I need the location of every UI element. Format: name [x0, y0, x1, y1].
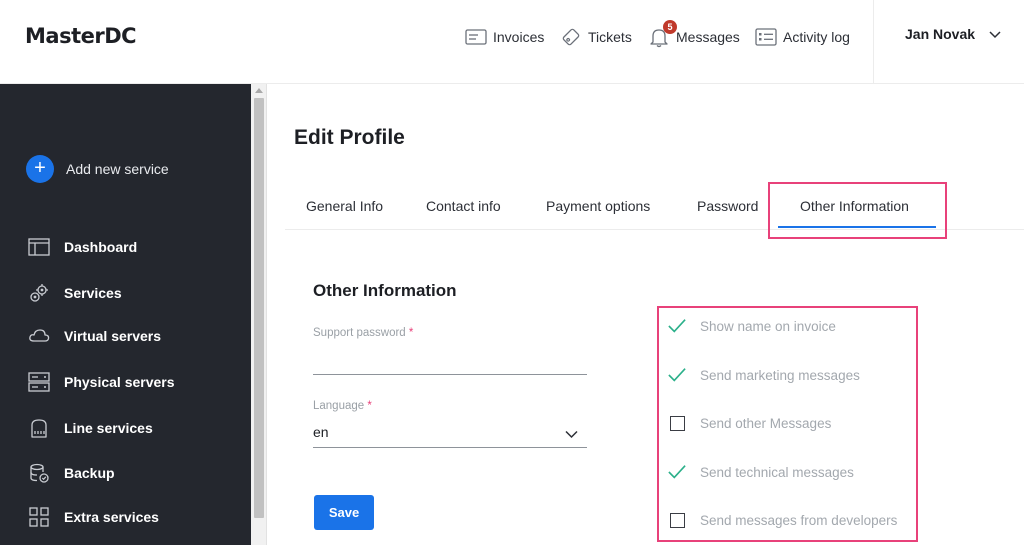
plus-icon: +	[26, 155, 54, 183]
nav-activity-log[interactable]: Activity log	[755, 22, 850, 52]
support-password-label: Support password *	[313, 327, 413, 339]
user-name: Jan Novak	[905, 26, 976, 42]
sidebar-item-label: Services	[64, 285, 122, 301]
checkmark-icon[interactable]	[668, 317, 686, 335]
sidebar-item-services[interactable]: Services	[28, 282, 122, 304]
sidebar-item-physical-servers[interactable]: Physical servers	[28, 372, 175, 392]
option-label: Send technical messages	[700, 464, 854, 480]
gears-icon	[28, 282, 50, 304]
option-label: Send marketing messages	[700, 367, 860, 383]
brand-logo[interactable]: MasterDC	[25, 24, 137, 48]
checkbox-wrapper	[668, 511, 686, 529]
cloud-icon	[28, 327, 50, 345]
sidebar-item-label: Backup	[64, 465, 115, 481]
option-label: Send messages from developers	[700, 512, 898, 528]
checkmark-icon[interactable]	[668, 366, 686, 384]
sidebar-item-label: Extra services	[64, 509, 159, 525]
sidebar-item-backup[interactable]: Backup	[28, 462, 115, 484]
ticket-icon	[560, 26, 582, 48]
support-password-input[interactable]	[313, 374, 587, 375]
save-button[interactable]: Save	[314, 495, 374, 530]
dashboard-icon	[28, 237, 50, 257]
required-mark: *	[408, 327, 414, 339]
language-label: Language *	[313, 400, 372, 412]
tab-password[interactable]: Password	[697, 198, 758, 214]
required-mark: *	[367, 400, 372, 412]
sidebar-item-line-services[interactable]: Line services	[28, 417, 153, 439]
nav-activity-log-label: Activity log	[783, 29, 850, 45]
tab-highlight-box	[768, 182, 947, 239]
sidebar-scrollbar[interactable]	[251, 84, 267, 545]
server-rack-icon	[28, 372, 50, 392]
checkmark-icon[interactable]	[668, 463, 686, 481]
option-show-name-on-invoice[interactable]: Show name on invoice	[668, 317, 836, 335]
add-new-service-button[interactable]: + Add new service	[26, 155, 169, 183]
top-header: MasterDC Invoices Tickets 5 Messages Act…	[0, 0, 1024, 84]
grid-icon	[28, 506, 50, 528]
option-send-other-messages[interactable]: Send other Messages	[668, 414, 831, 432]
section-title: Other Information	[313, 281, 457, 300]
bell-icon: 5	[648, 20, 677, 48]
chevron-down-icon[interactable]	[565, 426, 578, 444]
language-select-underline	[313, 447, 587, 448]
tab-general-info[interactable]: General Info	[306, 198, 383, 214]
sidebar-item-label: Line services	[64, 420, 153, 436]
language-label-text: Language	[313, 400, 365, 412]
chevron-down-icon	[989, 26, 1001, 42]
activity-log-icon	[755, 28, 777, 46]
nav-messages[interactable]: 5 Messages	[648, 20, 740, 52]
option-send-messages-from-developers[interactable]: Send messages from developers	[668, 511, 897, 529]
checkbox[interactable]	[669, 512, 685, 528]
option-label: Show name on invoice	[700, 318, 836, 334]
support-password-label-text: Support password	[313, 327, 406, 339]
sidebar-item-extra-services[interactable]: Extra services	[28, 506, 159, 528]
sidebar-item-virtual-servers[interactable]: Virtual servers	[28, 327, 161, 345]
nav-messages-label: Messages	[676, 29, 740, 45]
scrollbar-thumb[interactable]	[254, 98, 264, 518]
add-new-service-label: Add new service	[66, 161, 169, 177]
messages-count-badge: 5	[663, 20, 677, 34]
nav-invoices[interactable]: Invoices	[465, 22, 544, 52]
checkbox-wrapper	[668, 414, 686, 432]
nav-invoices-label: Invoices	[493, 29, 545, 45]
header-divider	[873, 0, 874, 84]
tab-contact-info[interactable]: Contact info	[426, 198, 501, 214]
sidebar-item-label: Dashboard	[64, 239, 138, 255]
invoice-icon	[465, 28, 487, 46]
sidebar-item-label: Physical servers	[64, 374, 175, 390]
scroll-up-arrow-icon[interactable]	[255, 88, 263, 93]
router-icon	[28, 417, 50, 439]
language-select[interactable]: en	[313, 424, 329, 440]
sidebar-item-label: Virtual servers	[64, 328, 162, 344]
page-title: Edit Profile	[294, 126, 405, 149]
option-label: Send other Messages	[700, 415, 832, 431]
checkbox[interactable]	[669, 415, 685, 431]
user-menu[interactable]: Jan Novak	[905, 26, 1001, 42]
tab-payment-options[interactable]: Payment options	[546, 198, 650, 214]
database-icon	[28, 462, 50, 484]
sidebar-item-dashboard[interactable]: Dashboard	[28, 237, 137, 257]
nav-tickets[interactable]: Tickets	[560, 22, 632, 52]
nav-tickets-label: Tickets	[588, 29, 632, 45]
option-send-technical-messages[interactable]: Send technical messages	[668, 463, 854, 481]
option-send-marketing-messages[interactable]: Send marketing messages	[668, 366, 860, 384]
